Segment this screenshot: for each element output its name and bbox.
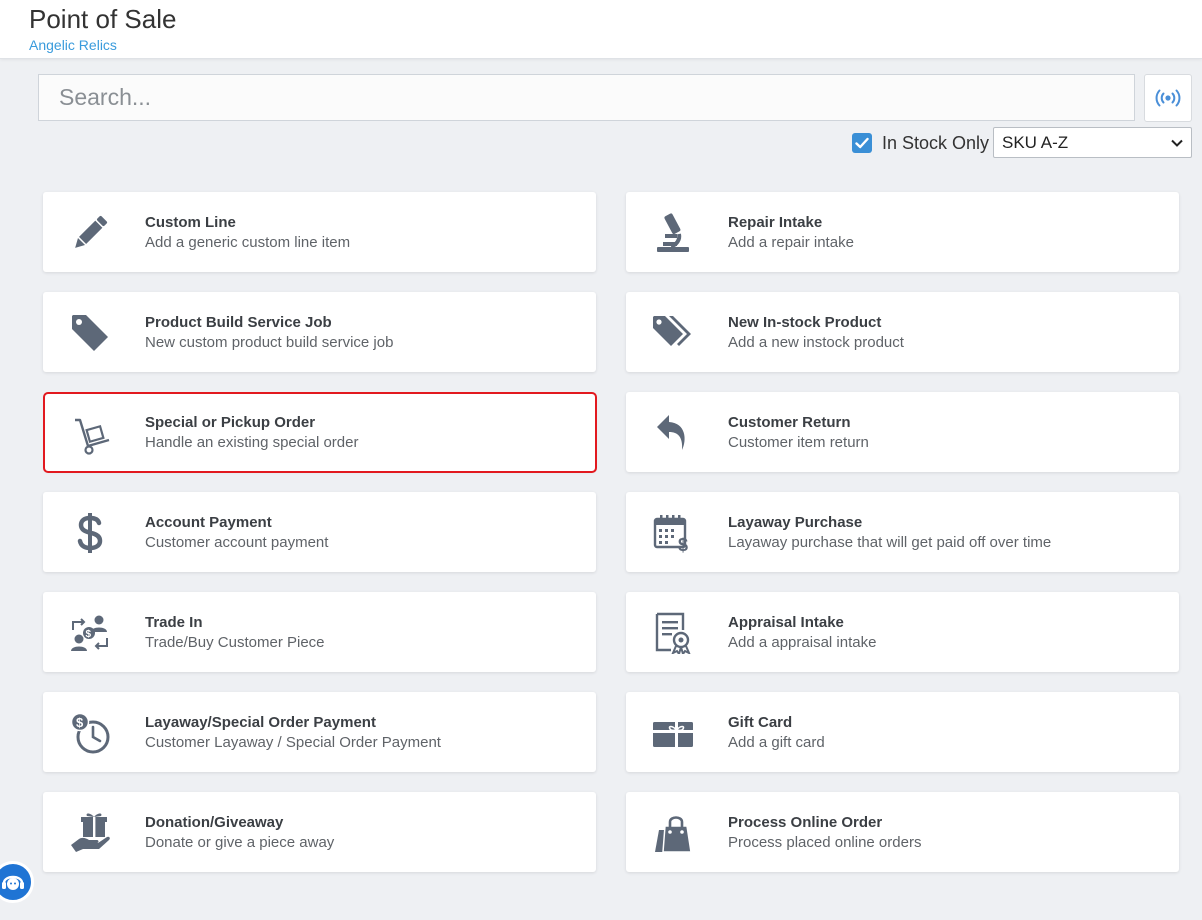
- svg-text:$: $: [678, 535, 688, 553]
- card-description: Trade/Buy Customer Piece: [145, 634, 325, 651]
- exchange-people-icon: $: [67, 610, 113, 656]
- card-title: Layaway/Special Order Payment: [145, 714, 376, 731]
- dolly-icon: [69, 412, 115, 458]
- card-description: Layaway purchase that will get paid off …: [728, 534, 1052, 551]
- in-stock-label: In Stock Only: [882, 132, 990, 153]
- card-description: Handle an existing special order: [145, 434, 359, 451]
- store-name-link[interactable]: Angelic Relics: [29, 37, 117, 53]
- checkmark-icon: [855, 137, 869, 149]
- product-build-card[interactable]: Product Build Service Job New custom pro…: [43, 292, 596, 372]
- sort-select-value: SKU A-Z: [1002, 132, 1069, 152]
- page-title: Point of Sale: [29, 4, 177, 34]
- appraisal-intake-card[interactable]: Appraisal Intake Add a appraisal intake: [626, 592, 1179, 672]
- card-title: Customer Return: [728, 414, 851, 431]
- dollar-icon: [67, 510, 113, 556]
- process-online-order-card[interactable]: Process Online Order Process placed onli…: [626, 792, 1179, 872]
- card-title: Process Online Order: [728, 814, 883, 831]
- layaway-special-order-payment-card[interactable]: $ Layaway/Special Order Payment Customer…: [43, 692, 596, 772]
- card-description: Customer Layaway / Special Order Payment: [145, 734, 441, 751]
- clock-dollar-icon: $: [67, 710, 113, 756]
- in-stock-checkbox[interactable]: [852, 133, 872, 153]
- card-description: Add a gift card: [728, 734, 825, 751]
- gift-card-icon: [650, 710, 696, 756]
- card-description: Customer item return: [728, 434, 869, 451]
- sort-select[interactable]: SKU A-Z: [993, 127, 1192, 158]
- broadcast-icon: [1155, 89, 1181, 107]
- calendar-dollar-icon: $: [650, 510, 696, 556]
- card-title: Account Payment: [145, 514, 272, 531]
- card-description: Add a generic custom line item: [145, 234, 351, 251]
- card-description: Add a new instock product: [728, 334, 904, 351]
- rfid-scan-button[interactable]: [1144, 74, 1192, 122]
- gift-card-card[interactable]: Gift Card Add a gift card: [626, 692, 1179, 772]
- card-description: Add a appraisal intake: [728, 634, 877, 651]
- support-chat-button[interactable]: [0, 861, 34, 903]
- tags-icon: [650, 310, 696, 356]
- card-title: Trade In: [145, 614, 203, 631]
- support-agent-icon: [2, 875, 24, 890]
- custom-line-card[interactable]: Custom Line Add a generic custom line it…: [43, 192, 596, 272]
- search-input[interactable]: [38, 74, 1135, 121]
- card-title: New In-stock Product: [728, 314, 882, 331]
- card-description: Donate or give a piece away: [145, 834, 335, 851]
- card-title: Gift Card: [728, 714, 793, 731]
- pencil-icon: [67, 210, 113, 256]
- reply-icon: [650, 410, 696, 456]
- new-instock-product-card[interactable]: New In-stock Product Add a new instock p…: [626, 292, 1179, 372]
- special-pickup-order-card[interactable]: Special or Pickup Order Handle an existi…: [43, 392, 597, 473]
- card-title: Layaway Purchase: [728, 514, 863, 531]
- stock-filter: In Stock Only: [852, 128, 989, 158]
- card-title: Special or Pickup Order: [145, 414, 316, 431]
- card-description: Customer account payment: [145, 534, 329, 551]
- page-header: Point of Sale Angelic Relics: [0, 0, 1202, 59]
- card-description: Add a repair intake: [728, 234, 854, 251]
- card-title: Donation/Giveaway: [145, 814, 284, 831]
- donation-giveaway-card[interactable]: Donation/Giveaway Donate or give a piece…: [43, 792, 596, 872]
- account-payment-card[interactable]: Account Payment Customer account payment: [43, 492, 596, 572]
- card-title: Custom Line: [145, 214, 236, 231]
- card-title: Repair Intake: [728, 214, 823, 231]
- certificate-icon: [650, 610, 696, 656]
- tag-icon: [67, 310, 113, 356]
- svg-text:$: $: [86, 629, 92, 640]
- repair-intake-card[interactable]: Repair Intake Add a repair intake: [626, 192, 1179, 272]
- chevron-down-icon: [1171, 139, 1183, 147]
- shopping-bag-icon: [650, 810, 696, 856]
- hand-gift-icon: [67, 810, 113, 856]
- card-title: Appraisal Intake: [728, 614, 844, 631]
- microscope-icon: [650, 210, 696, 256]
- card-description: New custom product build service job: [145, 334, 394, 351]
- customer-return-card[interactable]: Customer Return Customer item return: [626, 392, 1179, 472]
- svg-text:$: $: [76, 715, 84, 730]
- layaway-purchase-card[interactable]: $ Layaway Purchase Layaway purchase that…: [626, 492, 1179, 572]
- card-description: Process placed online orders: [728, 834, 922, 851]
- trade-in-card[interactable]: $ Trade In Trade/Buy Customer Piece: [43, 592, 596, 672]
- card-title: Product Build Service Job: [145, 314, 332, 331]
